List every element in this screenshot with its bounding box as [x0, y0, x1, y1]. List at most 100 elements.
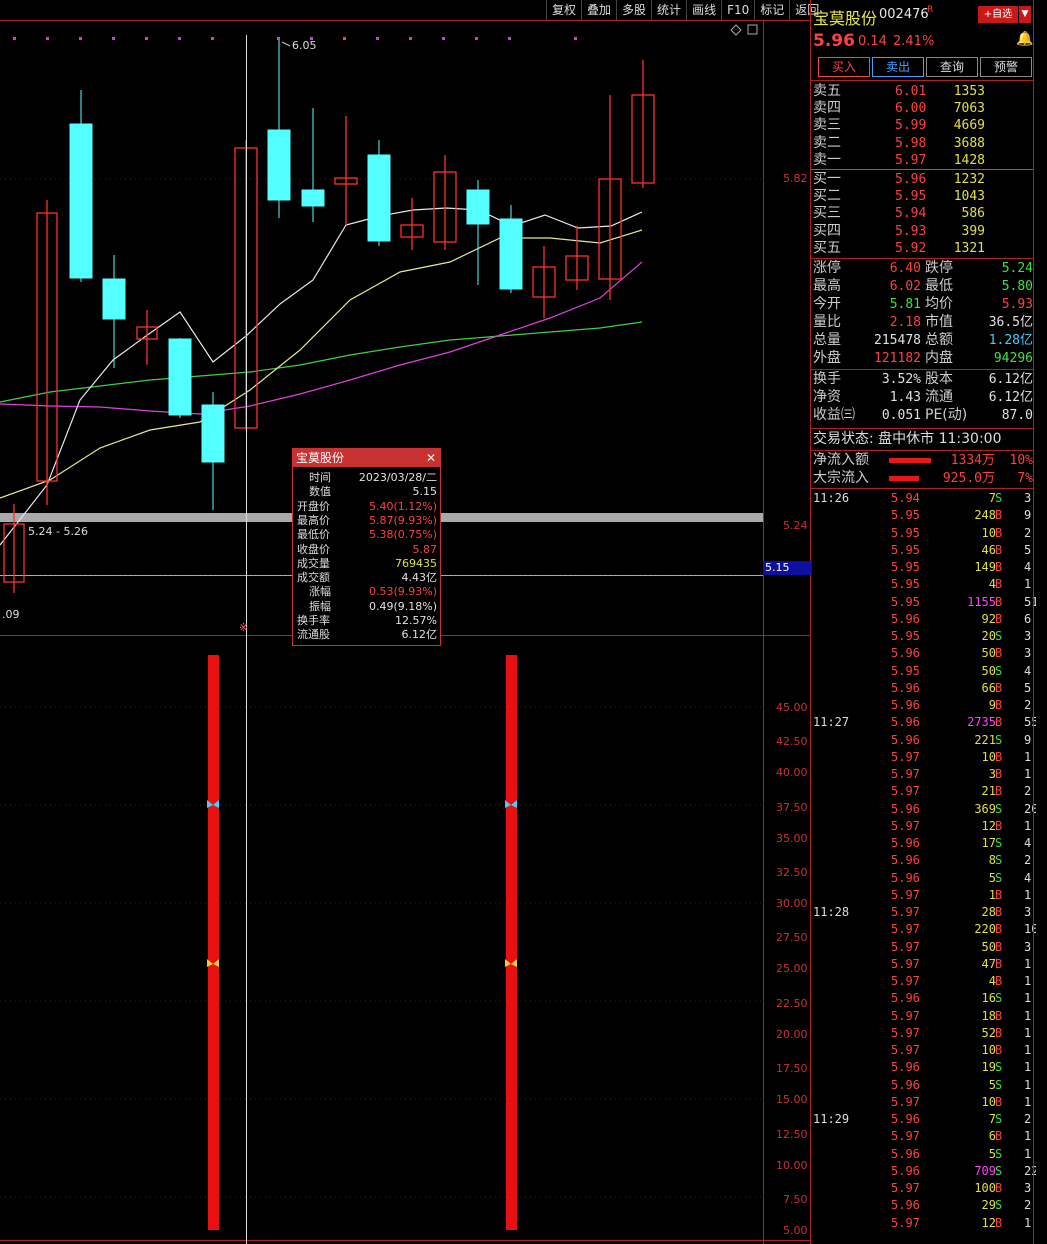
bids-row[interactable]: 买一 5.96 1232 — [811, 171, 1033, 188]
sub-y-label: 32.50 — [776, 866, 808, 879]
asks-row[interactable]: 卖一 5.97 1428 — [811, 152, 1033, 169]
close-icon[interactable]: ✕ — [426, 449, 436, 467]
tick-row[interactable]: 5.97 47 B 1 — [811, 957, 1033, 974]
tick-row[interactable]: 5.96 66 B 5 — [811, 681, 1033, 698]
bids-volume: 1321 — [953, 240, 985, 256]
tick-row[interactable]: 11:29 5.96 7 S 2 — [811, 1112, 1033, 1129]
sub-y-label: 22.50 — [776, 997, 808, 1010]
tick-row[interactable]: 5.96 5 S 1 — [811, 1078, 1033, 1095]
tick-price: 5.95 — [891, 560, 920, 574]
tick-row[interactable]: 5.97 6 B 1 — [811, 1129, 1033, 1146]
tick-row[interactable]: 5.95 248 B 9 — [811, 508, 1033, 525]
tick-row[interactable]: 5.96 5 S 4 — [811, 871, 1033, 888]
tick-row[interactable]: 5.96 17 S 4 — [811, 836, 1033, 853]
bids-row[interactable]: 买五 5.92 1321 — [811, 240, 1033, 257]
tick-row[interactable]: 5.95 20 S 3 — [811, 629, 1033, 646]
bids-row[interactable]: 买三 5.94 586 — [811, 205, 1033, 222]
tick-price: 5.96 — [891, 870, 920, 885]
tick-price: 5.97 — [891, 887, 920, 902]
stat-row: 今开 5.81 均价 5.93 — [811, 296, 1033, 313]
alert-button[interactable]: 预警 — [980, 57, 1032, 77]
tick-price: 5.97 — [891, 905, 920, 919]
tick-row[interactable]: 5.96 221 S 9 — [811, 733, 1033, 750]
flow-bar — [889, 458, 931, 463]
tick-count: 2 — [1024, 525, 1032, 540]
asks-row[interactable]: 卖五 6.01 1353 — [811, 83, 1033, 100]
asks-row[interactable]: 卖四 6.00 7063 — [811, 100, 1033, 117]
buy-button[interactable]: 买入 — [818, 57, 870, 77]
tick-side: S — [995, 870, 1003, 885]
tick-row[interactable]: 5.95 46 B 5 — [811, 543, 1033, 560]
tick-row[interactable]: 5.97 18 B 1 — [811, 1009, 1033, 1026]
tooltip-value: 12.57% — [395, 614, 437, 627]
tick-row[interactable]: 5.97 10 B 1 — [811, 1043, 1033, 1060]
tick-row[interactable]: 5.95 149 B 4 — [811, 560, 1033, 577]
stat-value: 215478 — [874, 333, 921, 348]
tick-volume: 21 — [981, 784, 996, 799]
tick-count: 1 — [1024, 1129, 1032, 1144]
tick-volume: 17 — [981, 836, 996, 850]
tick-row[interactable]: 5.97 1 B 1 — [811, 888, 1033, 905]
stat-key: 市值 — [925, 314, 953, 330]
tick-price: 5.96 — [891, 801, 920, 816]
tick-row[interactable]: 5.96 9 B 2 — [811, 698, 1033, 715]
tick-row[interactable]: 5.96 8 S 2 — [811, 853, 1033, 870]
tick-row[interactable]: 5.97 10 B 1 — [811, 1095, 1033, 1112]
sub-y-label: 7.50 — [783, 1193, 808, 1206]
tick-row[interactable]: 5.96 16 S 1 — [811, 991, 1033, 1008]
tick-side: B — [995, 611, 1003, 626]
query-button[interactable]: 查询 — [926, 57, 978, 77]
tick-row[interactable]: 5.96 19 S 1 — [811, 1060, 1033, 1077]
ma20-line — [0, 261, 643, 415]
tick-count: 1 — [1024, 1077, 1032, 1092]
tick-row[interactable]: 5.97 3 B 1 — [811, 767, 1033, 784]
tick-row[interactable]: 5.97 12 B 1 — [811, 1216, 1033, 1233]
tick-row[interactable]: 11:27 5.96 2735 B 55 — [811, 715, 1038, 732]
stat-key: 涨停 — [813, 260, 841, 276]
tick-row[interactable]: 5.96 709 S 22 — [811, 1164, 1038, 1181]
tick-row[interactable]: 11:26 5.94 7 S 3 — [811, 491, 1033, 508]
asks-label: 卖一 — [813, 151, 841, 168]
stat-value: 1.43 — [889, 390, 921, 405]
tick-count: 1 — [1024, 577, 1032, 592]
tick-row[interactable]: 5.95 1155 B 51 — [811, 595, 1038, 612]
tick-time: 11:27 — [813, 715, 850, 730]
tick-row[interactable]: 5.96 5 S 1 — [811, 1147, 1033, 1164]
asks-row[interactable]: 卖三 5.99 4669 — [811, 117, 1033, 134]
tick-row[interactable]: 5.97 4 B 1 — [811, 974, 1033, 991]
tick-row[interactable]: 5.97 12 B 1 — [811, 819, 1033, 836]
tick-row[interactable]: 5.97 220 B 10 — [811, 922, 1038, 939]
bell-icon[interactable]: 🔔 — [1016, 31, 1033, 47]
tick-side: B — [995, 939, 1003, 954]
tick-count: 2 — [1024, 698, 1032, 712]
stat-row: 总量 215478 总额 1.28亿 — [811, 332, 1033, 349]
tick-row[interactable]: 5.95 10 B 2 — [811, 526, 1033, 543]
flow-label: 大宗流入 — [813, 470, 869, 486]
tick-row[interactable]: 11:28 5.97 28 B 3 — [811, 905, 1033, 922]
bids-row[interactable]: 买四 5.93 399 — [811, 223, 1033, 240]
tick-row[interactable]: 5.97 10 B 1 — [811, 750, 1033, 767]
asks-row[interactable]: 卖二 5.98 3688 — [811, 135, 1033, 152]
tick-row[interactable]: 5.97 52 B 1 — [811, 1026, 1033, 1043]
tick-row[interactable]: 5.96 92 B 6 — [811, 612, 1033, 629]
tick-row[interactable]: 5.97 100 B 3 — [811, 1181, 1033, 1198]
stat-value: 121182 — [874, 351, 921, 366]
candle-tooltip: 宝莫股份 ✕ 时间 2023/03/28/二 数值 5.15 开盘价 5.40(1.12%… — [292, 448, 441, 646]
tick-row[interactable]: 5.97 50 B 3 — [811, 940, 1033, 957]
tooltip-key: 最低价 — [297, 528, 330, 542]
tick-row[interactable]: 5.95 4 B 1 — [811, 577, 1033, 594]
tick-row[interactable]: 5.96 29 S 2 — [811, 1198, 1033, 1215]
tick-volume: 50 — [981, 663, 996, 678]
range-label: 5.24 - 5.26 — [28, 525, 88, 538]
stat-key: 跌停 — [925, 260, 953, 276]
favorite-dropdown-icon[interactable]: ▼ — [1019, 6, 1031, 23]
y-label-main-1: 5.82 — [783, 172, 808, 185]
tick-row[interactable]: 5.97 21 B 2 — [811, 784, 1033, 801]
tick-row[interactable]: 5.95 50 S 4 — [811, 664, 1033, 681]
sell-button[interactable]: 卖出 — [872, 57, 924, 77]
tick-row[interactable]: 5.96 50 B 3 — [811, 646, 1033, 663]
tick-row[interactable]: 5.96 369 S 20 — [811, 801, 1038, 819]
bids-row[interactable]: 买二 5.95 1043 — [811, 188, 1033, 205]
add-favorite-button[interactable]: +自选 — [978, 6, 1018, 23]
tick-price: 5.96 — [891, 1198, 920, 1213]
